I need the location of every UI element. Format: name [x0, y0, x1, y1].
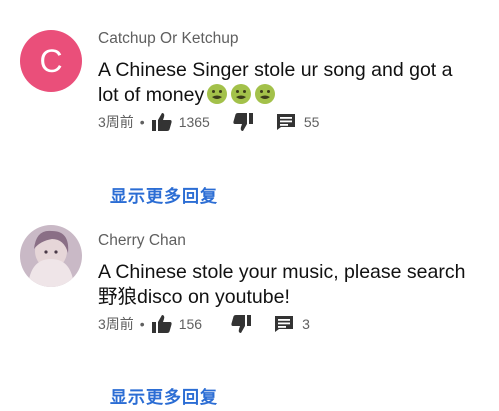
comment-meta: 3周前 • 156 3	[98, 314, 310, 334]
like-icon[interactable]	[151, 314, 173, 334]
comment-text-line-2: lot of money	[98, 83, 488, 108]
comment-text: A Chinese Singer stole ur song and got a…	[98, 58, 488, 108]
comment-text-line-1: A Chinese stole your music, please searc…	[98, 261, 466, 283]
comment-text: A Chinese stole your music, please searc…	[98, 260, 488, 310]
comment-item-2: Cherry Chan A Chinese stole your music, …	[0, 200, 499, 411]
comment-time: 3周前	[98, 316, 134, 332]
nauseated-face-icon	[231, 84, 252, 104]
avatar[interactable]	[20, 225, 82, 287]
comment-item-1: C Catchup Or Ketchup A Chinese Singer st…	[0, 0, 499, 206]
reply-count: 3	[302, 316, 310, 332]
like-count: 1365	[178, 114, 210, 130]
comment-author[interactable]: Catchup Or Ketchup	[98, 30, 238, 48]
meta-separator: •	[139, 316, 145, 332]
like-icon[interactable]	[151, 112, 173, 132]
comment-text-line-1: A Chinese Singer stole ur song and got a	[98, 59, 453, 81]
profile-photo-icon	[20, 225, 82, 287]
reply-icon[interactable]	[276, 113, 296, 131]
dislike-icon[interactable]	[232, 112, 254, 132]
meta-separator: •	[139, 114, 145, 130]
reply-count: 55	[303, 114, 320, 130]
show-more-replies-button[interactable]: 显示更多回复	[110, 383, 218, 408]
nauseated-face-icon	[255, 84, 276, 104]
comment-text-line-2-words: lot of money	[98, 84, 205, 106]
comment-text-line-2: 野狼disco on youtube!	[98, 286, 290, 308]
avatar[interactable]: C	[20, 30, 82, 92]
comment-time: 3周前	[98, 114, 134, 130]
dislike-icon[interactable]	[230, 314, 252, 334]
avatar-letter: C	[39, 42, 63, 79]
like-count: 156	[178, 316, 203, 332]
comment-meta: 3周前 • 1365 55	[98, 112, 319, 132]
reply-icon[interactable]	[274, 315, 294, 333]
comment-author[interactable]: Cherry Chan	[98, 232, 186, 250]
nauseated-face-icon	[207, 84, 228, 104]
